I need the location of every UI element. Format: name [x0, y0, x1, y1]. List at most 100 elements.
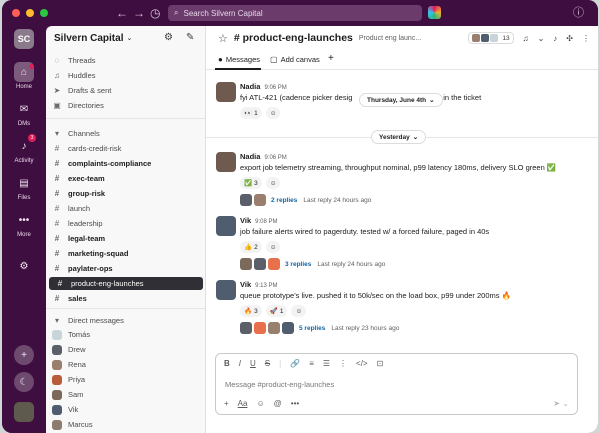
- message-author[interactable]: Vik 9:08 PM: [240, 216, 277, 225]
- headphones-icon[interactable]: ♫: [523, 34, 529, 43]
- rail-home[interactable]: ⌂ Home: [2, 62, 46, 90]
- member-count-button[interactable]: 13: [468, 32, 514, 44]
- tab-messages[interactable]: ● Messages: [218, 55, 260, 64]
- dm-item[interactable]: Vik: [46, 403, 205, 416]
- chevron-down-icon[interactable]: ⌄: [538, 34, 545, 43]
- message-author[interactable]: Nadia 9:06 PM: [240, 152, 287, 161]
- reaction[interactable]: 👀 1: [240, 107, 262, 119]
- strikethrough-button[interactable]: S: [265, 359, 270, 368]
- sidebar-channel[interactable]: # sales: [46, 292, 205, 305]
- rail-files[interactable]: ▤ Files: [2, 173, 46, 202]
- bell-icon[interactable]: ♪: [553, 34, 557, 43]
- sidebar-channel[interactable]: # leadership: [46, 217, 205, 230]
- replies-link[interactable]: 2 replies: [271, 197, 297, 204]
- mention-icon[interactable]: @: [274, 399, 282, 408]
- message-time[interactable]: 9:06 PM: [264, 85, 286, 91]
- more-vertical-icon[interactable]: ⋮: [582, 34, 590, 43]
- back-arrow-icon[interactable]: ←: [116, 5, 128, 21]
- dm-item[interactable]: Drew: [46, 343, 205, 356]
- rail-add-workspace[interactable]: +: [2, 345, 46, 367]
- message-time[interactable]: 9:08 PM: [255, 219, 277, 225]
- history-clock-icon[interactable]: ◷: [150, 5, 160, 21]
- bold-button[interactable]: B: [224, 359, 230, 368]
- dm-section-header[interactable]: ▾ Direct messages: [46, 314, 205, 327]
- sidebar-channel[interactable]: # cards-credit-risk: [46, 142, 205, 155]
- send-icon[interactable]: ➤ ⌄: [553, 399, 569, 408]
- message-time[interactable]: 9:06 PM: [264, 155, 286, 161]
- thread-summary[interactable]: 2 replies Last reply 24 hours ago: [240, 194, 371, 206]
- code-block-icon[interactable]: ⊡: [377, 359, 384, 368]
- replies-link[interactable]: 5 replies: [299, 325, 325, 332]
- message-author[interactable]: Nadia 9:06 PM: [240, 82, 287, 91]
- forward-arrow-icon[interactable]: →: [133, 5, 145, 21]
- ordered-list-icon[interactable]: ≡: [309, 359, 314, 368]
- thread-summary[interactable]: 5 replies Last reply 23 hours ago: [240, 322, 399, 334]
- workspace-name[interactable]: Silvern Capital: [54, 33, 123, 44]
- replies-link[interactable]: 3 replies: [285, 261, 311, 268]
- chevron-down-icon[interactable]: ⌄: [126, 34, 132, 42]
- italic-button[interactable]: I: [239, 359, 241, 368]
- underline-button[interactable]: U: [250, 359, 256, 368]
- add-reaction-icon[interactable]: ☺: [291, 305, 307, 317]
- sidebar-item-drafts[interactable]: ➤ Drafts & sent: [46, 84, 205, 97]
- rail-dms[interactable]: ✉ DMs: [2, 99, 46, 128]
- sidebar-channel[interactable]: # launch: [46, 202, 205, 215]
- format-toggle-button[interactable]: Aa: [238, 399, 248, 408]
- message-time[interactable]: 9:13 PM: [255, 283, 277, 289]
- add-reaction-icon[interactable]: ☺: [265, 241, 281, 253]
- rail-dark-mode[interactable]: ☾: [2, 372, 46, 394]
- sidebar-channel[interactable]: # paylater-ops: [46, 262, 205, 275]
- dm-item[interactable]: Rena: [46, 358, 205, 371]
- help-icon[interactable]: ⓘ: [573, 5, 584, 21]
- search-bar[interactable]: ⌕ Search Silvern Capital: [168, 5, 422, 21]
- extensions-icon[interactable]: ✣: [566, 34, 573, 43]
- sidebar-item-directories[interactable]: ▣ Directories: [46, 99, 205, 112]
- minimize-window-button[interactable]: [26, 9, 34, 17]
- sidebar-channel[interactable]: # exec-team: [46, 172, 205, 185]
- reaction[interactable]: 🔥 3: [240, 305, 262, 317]
- add-reaction-icon[interactable]: ☺: [265, 107, 281, 119]
- thread-summary[interactable]: 3 replies Last reply 24 hours ago: [240, 258, 385, 270]
- bullet-list-icon[interactable]: ☰: [323, 359, 330, 368]
- tab-add-canvas[interactable]: ▢ Add canvas: [270, 55, 320, 64]
- date-pill[interactable]: Thursday, June 4th ⌄: [359, 93, 443, 107]
- dm-item[interactable]: Tomás: [46, 328, 205, 341]
- message-author[interactable]: Vik 9:13 PM: [240, 280, 277, 289]
- plus-icon[interactable]: +: [224, 399, 229, 408]
- star-icon[interactable]: ☆: [218, 32, 228, 45]
- sidebar-channel[interactable]: # complaints-compliance: [46, 157, 205, 170]
- sidebar-channel[interactable]: # group-risk: [46, 187, 205, 200]
- gear-icon[interactable]: ⚙: [164, 32, 173, 43]
- sidebar-channel[interactable]: # marketing-squad: [46, 247, 205, 260]
- code-icon[interactable]: </>: [356, 359, 368, 368]
- link-icon[interactable]: 🔗: [290, 359, 300, 368]
- close-window-button[interactable]: [12, 9, 20, 17]
- channels-section-header[interactable]: ▾ Channels: [46, 127, 205, 140]
- dm-item[interactable]: Marcus: [46, 418, 205, 431]
- dm-item[interactable]: Sam: [46, 388, 205, 401]
- workspace-avatar[interactable]: SC: [14, 29, 34, 49]
- compose-icon[interactable]: ✎: [186, 32, 194, 43]
- reaction[interactable]: 👍 2: [240, 241, 262, 253]
- add-reaction-icon[interactable]: ☺: [265, 177, 281, 189]
- rail-more[interactable]: ••• More: [2, 210, 46, 239]
- add-tab-plus-icon[interactable]: +: [328, 53, 334, 64]
- emoji-icon[interactable]: ☺: [256, 399, 264, 408]
- rail-settings[interactable]: ⚙: [2, 256, 46, 278]
- sidebar-item-huddles[interactable]: ♫ Huddles: [46, 69, 205, 82]
- dm-item[interactable]: Priya: [46, 373, 205, 386]
- sidebar-channel[interactable]: # legal-team: [46, 232, 205, 245]
- zoom-window-button[interactable]: [40, 9, 48, 17]
- reaction[interactable]: 🚀 1: [265, 305, 288, 317]
- message-input[interactable]: Message #product-eng-launches: [225, 380, 334, 389]
- more-horizontal-icon[interactable]: •••: [291, 399, 299, 408]
- sidebar-item-threads[interactable]: ◌ Threads: [46, 54, 205, 67]
- user-avatar[interactable]: [14, 402, 34, 422]
- channel-description[interactable]: Product eng launc...: [359, 35, 421, 42]
- blockquote-icon[interactable]: ⋮: [339, 359, 347, 368]
- channel-title[interactable]: # product-eng-launches: [234, 32, 353, 44]
- reaction[interactable]: ✅ 3: [240, 177, 262, 189]
- rail-activity[interactable]: ♪ Activity 3: [2, 134, 46, 164]
- sidebar-channel-active[interactable]: # product-eng-launches: [49, 277, 203, 290]
- date-pill[interactable]: Yesterday ⌄: [371, 130, 427, 144]
